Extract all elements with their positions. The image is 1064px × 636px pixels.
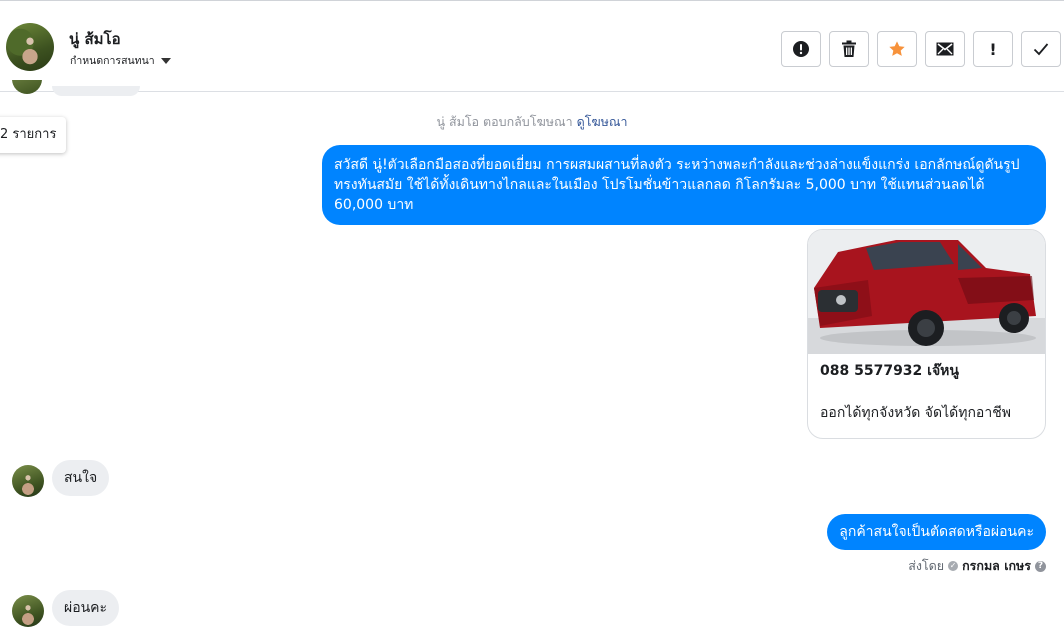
card-title: 088 5577932 เจ๊หนู [820,363,959,379]
check-circle-icon: ✓ [948,561,959,571]
conversation-settings-label: กำหนดการสนทนา [70,55,155,67]
help-icon[interactable]: ? [1035,560,1046,572]
star-icon [889,41,905,56]
ad-reply-notice: นู่ ส้มโอ ตอบกลับโฆษณา ดูโฆษณา [0,112,1064,132]
mark-unread-button[interactable] [925,31,965,67]
caret-down-icon [160,58,171,64]
alert-button[interactable] [781,31,821,67]
conversation-header: นู่ ส้มโอ กำหนดการสนทนา ! [0,0,1064,92]
contact-avatar-small [12,465,44,497]
conversation-settings-dropdown[interactable]: กำหนดการสนทนา [70,52,171,69]
incoming-message-bubble[interactable]: ผ่อนคะ [52,590,120,626]
previous-message-bubble [52,86,140,96]
star-button[interactable] [877,31,917,67]
sender-name[interactable]: กรกมล เกษร [962,556,1031,576]
trash-icon [842,40,856,57]
exclamation-icon: ! [989,39,997,59]
sent-by-prefix: ส่งโดย [908,558,945,573]
message-text: ลูกค้าสนใจเป็นตัดสดหรือผ่อนคะ [839,524,1034,540]
view-ad-link[interactable]: ดูโฆษณา [577,114,628,129]
ad-card[interactable]: 088 5577932 เจ๊หนู ออกได้ทุกจังหวัด จัดไ… [807,229,1046,439]
incoming-message-bubble[interactable]: สนใจ [52,460,110,496]
alert-circle-icon [793,41,809,57]
outgoing-message-bubble[interactable]: สวัสดี นู่!ตัวเลือกมือสองที่ยอดเยี่ยม กา… [322,145,1046,225]
delete-button[interactable] [829,31,869,67]
mark-done-button[interactable] [1021,31,1061,67]
previous-message-avatar [12,80,42,94]
card-description: ออกได้ทุกจังหวัด จัดได้ทุกอาชีพ [820,405,1011,421]
pickup-truck-image [808,230,1045,354]
checkmark-icon [1033,43,1049,56]
sent-by-info: ส่งโดย ✓ กรกมล เกษร ? [908,556,1046,576]
contact-avatar-small [12,595,44,627]
message-text: ผ่อนคะ [64,600,108,616]
outgoing-message-bubble[interactable]: ลูกค้าสนใจเป็นตัดสดหรือผ่อนคะ [827,514,1046,550]
envelope-icon [936,42,954,56]
contact-name[interactable]: นู่ ส้มโอ [69,27,121,51]
message-text: สนใจ [64,470,98,486]
header-actions: ! [781,31,1061,67]
ad-reply-text: นู่ ส้มโอ ตอบกลับโฆษณา [436,114,573,129]
message-text: สวัสดี นู่!ตัวเลือกมือสองที่ยอดเยี่ยม กา… [334,157,1020,213]
spam-button[interactable]: ! [973,31,1013,67]
contact-avatar[interactable] [6,23,54,71]
